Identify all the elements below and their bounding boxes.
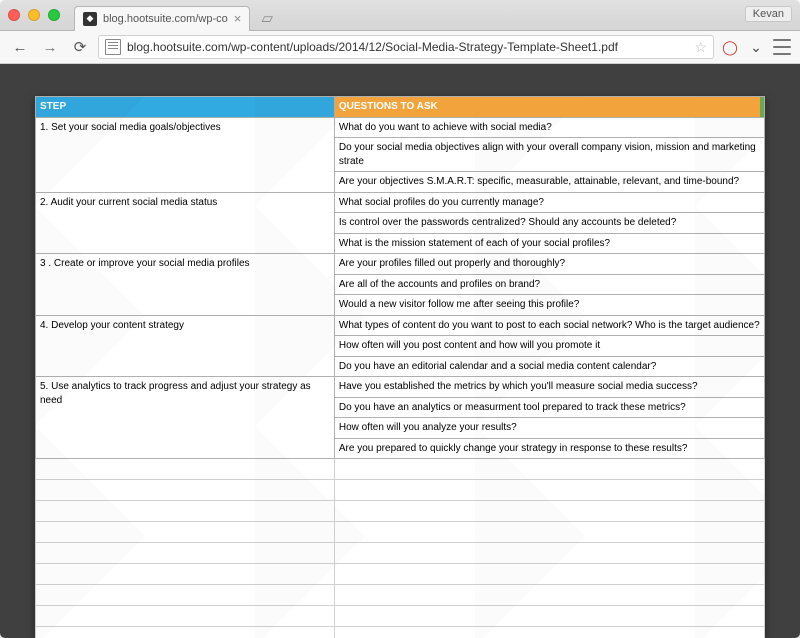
empty-row — [36, 543, 765, 564]
question-text: Are you prepared to quickly change your … — [335, 438, 764, 459]
tab-title: blog.hootsuite.com/wp-co — [103, 13, 228, 25]
empty-cell — [334, 459, 764, 480]
empty-row — [36, 501, 765, 522]
questions-cell: What social profiles do you currently ma… — [334, 192, 764, 254]
empty-row — [36, 522, 765, 543]
step-cell: 2. Audit your current social media statu… — [36, 192, 335, 254]
table-row: 4. Develop your content strategyWhat typ… — [36, 315, 765, 377]
menu-button[interactable] — [772, 37, 792, 57]
header-step: STEP — [36, 97, 335, 118]
table-row: 3 . Create or improve your social media … — [36, 254, 765, 316]
questions-cell: What types of content do you want to pos… — [334, 315, 764, 377]
empty-cell — [36, 606, 335, 627]
hamburger-icon — [773, 38, 791, 56]
empty-cell — [36, 480, 335, 501]
back-button[interactable]: ← — [8, 35, 32, 59]
empty-cell — [334, 585, 764, 606]
empty-cell — [36, 501, 335, 522]
empty-cell — [334, 522, 764, 543]
question-text: Is control over the passwords centralize… — [335, 212, 764, 233]
url-text: blog.hootsuite.com/wp-content/uploads/20… — [127, 40, 690, 54]
table-header-row: STEP QUESTIONS TO ASK — [36, 97, 765, 118]
header-accent-edge — [760, 97, 764, 117]
question-text: How often will you post content and how … — [335, 335, 764, 356]
step-cell: 3 . Create or improve your social media … — [36, 254, 335, 316]
table-row: 5. Use analytics to track progress and a… — [36, 377, 765, 459]
step-cell: 5. Use analytics to track progress and a… — [36, 377, 335, 459]
empty-cell — [36, 585, 335, 606]
table-row: 2. Audit your current social media statu… — [36, 192, 765, 254]
window-minimize-button[interactable] — [28, 9, 40, 21]
question-text: How often will you analyze your results? — [335, 417, 764, 438]
forward-button[interactable]: → — [38, 35, 62, 59]
empty-row — [36, 480, 765, 501]
empty-cell — [36, 627, 335, 638]
empty-cell — [36, 543, 335, 564]
question-text: What is the mission statement of each of… — [335, 233, 764, 254]
table-row: 1. Set your social media goals/objective… — [36, 117, 765, 192]
browser-window: ◆ blog.hootsuite.com/wp-co × ▱ Kevan ← →… — [0, 0, 800, 638]
question-text: Do your social media objectives align wi… — [335, 137, 764, 171]
question-text: Do you have an editorial calendar and a … — [335, 356, 764, 377]
empty-cell — [334, 480, 764, 501]
step-cell: 1. Set your social media goals/objective… — [36, 117, 335, 192]
empty-row — [36, 564, 765, 585]
question-text: Do you have an analytics or measurment t… — [335, 397, 764, 418]
question-text: Are your profiles filled out properly an… — [335, 254, 764, 274]
pdf-page: STEP QUESTIONS TO ASK 1. Set your social… — [35, 96, 765, 638]
pocket-icon[interactable]: ⌄ — [746, 37, 766, 57]
empty-cell — [36, 564, 335, 585]
empty-cell — [36, 522, 335, 543]
profile-badge[interactable]: Kevan — [745, 6, 792, 22]
questions-cell: Have you established the metrics by whic… — [334, 377, 764, 459]
question-text: Would a new visitor follow me after seei… — [335, 294, 764, 315]
empty-row — [36, 459, 765, 480]
bookmark-star-icon[interactable]: ☆ — [694, 39, 707, 56]
questions-cell: What do you want to achieve with social … — [334, 117, 764, 192]
question-text: Are your objectives S.M.A.R.T: specific,… — [335, 171, 764, 192]
tab-close-button[interactable]: × — [234, 12, 242, 25]
pdf-viewer[interactable]: STEP QUESTIONS TO ASK 1. Set your social… — [0, 64, 800, 638]
questions-cell: Are your profiles filled out properly an… — [334, 254, 764, 316]
question-text: What social profiles do you currently ma… — [335, 193, 764, 213]
step-cell: 4. Develop your content strategy — [36, 315, 335, 377]
empty-cell — [334, 501, 764, 522]
header-questions-label: QUESTIONS TO ASK — [339, 101, 438, 112]
tab-strip: ◆ blog.hootsuite.com/wp-co × ▱ Kevan — [0, 0, 800, 31]
question-text: What types of content do you want to pos… — [335, 316, 764, 336]
window-controls — [8, 9, 60, 21]
new-tab-button[interactable]: ▱ — [256, 9, 278, 27]
empty-row — [36, 606, 765, 627]
question-text: Have you established the metrics by whic… — [335, 377, 764, 397]
reload-button[interactable]: ⟳ — [68, 35, 92, 59]
address-bar[interactable]: blog.hootsuite.com/wp-content/uploads/20… — [98, 35, 714, 59]
tab-favicon-icon: ◆ — [83, 12, 97, 26]
browser-tab[interactable]: ◆ blog.hootsuite.com/wp-co × — [74, 6, 250, 31]
empty-row — [36, 627, 765, 638]
toolbar: ← → ⟳ blog.hootsuite.com/wp-content/uplo… — [0, 31, 800, 64]
window-zoom-button[interactable] — [48, 9, 60, 21]
empty-row — [36, 585, 765, 606]
empty-cell — [334, 627, 764, 638]
window-close-button[interactable] — [8, 9, 20, 21]
page-icon — [105, 39, 121, 55]
header-questions: QUESTIONS TO ASK — [334, 97, 764, 118]
question-text: Are all of the accounts and profiles on … — [335, 274, 764, 295]
empty-cell — [36, 459, 335, 480]
question-text: What do you want to achieve with social … — [335, 118, 764, 138]
empty-cell — [334, 606, 764, 627]
empty-cell — [334, 543, 764, 564]
strategy-table: STEP QUESTIONS TO ASK 1. Set your social… — [35, 96, 765, 638]
empty-cell — [334, 564, 764, 585]
extension-icon[interactable]: ◯ — [720, 37, 740, 57]
